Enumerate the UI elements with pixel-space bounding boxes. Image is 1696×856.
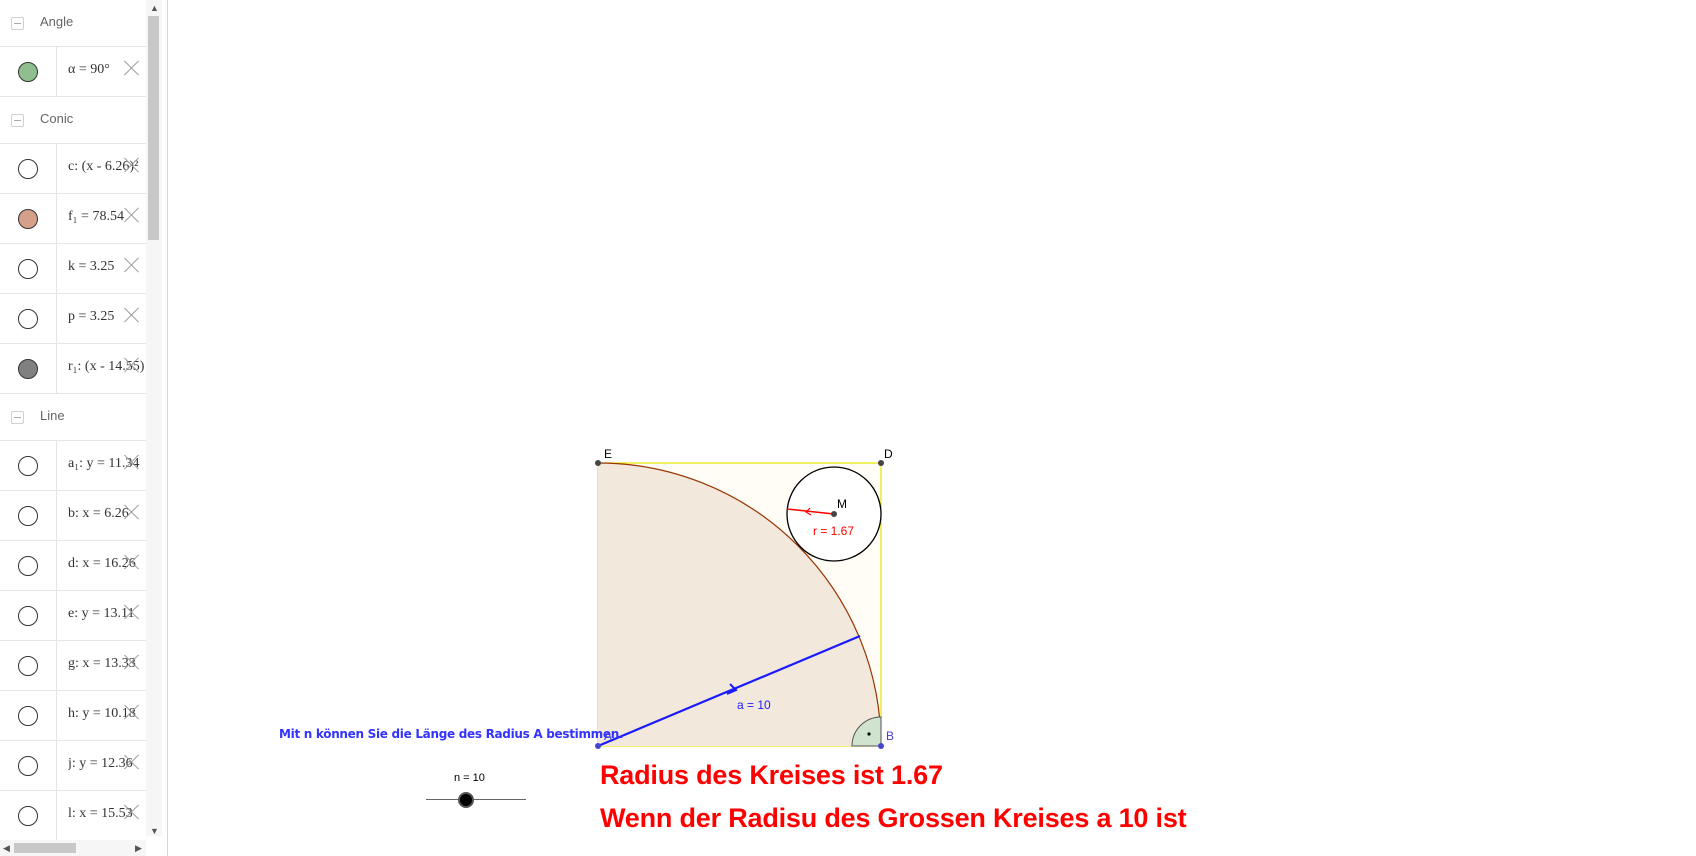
visibility-toggle-icon[interactable] (18, 159, 38, 179)
hint-text: Mit n können Sie die Länge des Radius A … (279, 727, 624, 741)
visibility-toggle-icon[interactable] (18, 259, 38, 279)
visibility-toggle-icon[interactable] (18, 456, 38, 476)
algebra-item[interactable]: k = 3.25 (0, 244, 146, 294)
scroll-down-icon[interactable]: ▼ (150, 826, 159, 836)
visibility-toggle-icon[interactable] (18, 756, 38, 776)
algebra-item[interactable]: j: y = 12.36 (0, 741, 146, 791)
result-text-line-1: Radius des Kreises ist 1.67 (600, 760, 943, 790)
delete-icon[interactable] (124, 554, 140, 570)
row-separator (56, 791, 57, 840)
vertical-scroll-thumb[interactable] (148, 16, 159, 240)
slider-knob[interactable] (458, 792, 474, 808)
category-header[interactable]: Angle (0, 0, 146, 47)
category-header[interactable]: Conic (0, 97, 146, 144)
visibility-toggle-icon[interactable] (18, 506, 38, 526)
row-separator (56, 47, 57, 96)
right-angle-dot (867, 732, 871, 736)
slider-label: n = 10 (454, 772, 485, 784)
visibility-toggle-icon[interactable] (18, 706, 38, 726)
row-separator (56, 344, 57, 393)
visibility-toggle-icon[interactable] (18, 309, 38, 329)
visibility-toggle-icon[interactable] (18, 656, 38, 676)
visibility-toggle-icon[interactable] (18, 209, 38, 229)
point-m[interactable] (831, 511, 837, 517)
delete-icon[interactable] (124, 207, 140, 223)
row-separator (56, 641, 57, 690)
algebra-item[interactable]: p = 3.25 (0, 294, 146, 344)
delete-icon[interactable] (124, 454, 140, 470)
segment-value-label: a = 10 (737, 698, 771, 712)
algebra-item[interactable]: α = 90° (0, 47, 146, 97)
visibility-toggle-icon[interactable] (18, 806, 38, 826)
algebra-item[interactable]: b: x = 6.26 (0, 491, 146, 541)
algebra-item[interactable]: c: (x - 6.26)² (0, 144, 146, 194)
horizontal-scroll-thumb[interactable] (14, 843, 76, 853)
delete-icon[interactable] (124, 654, 140, 670)
visibility-toggle-icon[interactable] (18, 359, 38, 379)
category-label: Line (40, 408, 65, 423)
algebra-item[interactable]: r₁: (x - 14.55) (0, 344, 146, 394)
row-separator (56, 541, 57, 590)
row-separator (56, 741, 57, 790)
visibility-toggle-icon[interactable] (18, 556, 38, 576)
result-text-line-2: Wenn der Radisu des Grossen Kreises a 10… (600, 803, 1187, 833)
collapse-icon[interactable] (11, 17, 24, 30)
row-separator (56, 144, 57, 193)
radius-value-label: r = 1.67 (813, 524, 854, 538)
algebra-item[interactable]: d: x = 16.26 (0, 541, 146, 591)
delete-icon[interactable] (124, 704, 140, 720)
category-label: Angle (40, 14, 74, 29)
algebra-item[interactable]: e: y = 13.11 (0, 591, 146, 641)
algebra-item[interactable]: a₁: y = 11.34 (0, 441, 146, 491)
delete-icon[interactable] (124, 307, 140, 323)
delete-icon[interactable] (124, 604, 140, 620)
algebra-item[interactable]: h: y = 10.18 (0, 691, 146, 741)
delete-icon[interactable] (124, 60, 140, 76)
row-separator (56, 244, 57, 293)
collapse-icon[interactable] (11, 114, 24, 127)
delete-icon[interactable] (124, 504, 140, 520)
delete-icon[interactable] (124, 804, 140, 820)
point-a[interactable] (595, 743, 601, 749)
point-b[interactable] (878, 743, 884, 749)
slider-track[interactable] (426, 799, 526, 800)
category-label: Conic (40, 111, 74, 126)
algebra-item[interactable]: f₁ = 78.54 (0, 194, 146, 244)
label-d: D (884, 447, 893, 461)
algebra-list: Angle α = 90° Conic c: (x - 6.26)² f₁ = 78.5… (0, 0, 146, 841)
algebra-view: Angle α = 90° Conic c: (x - 6.26)² f₁ = 78.5… (0, 0, 162, 856)
algebra-item[interactable]: l: x = 15.53 (0, 791, 146, 841)
row-separator (56, 691, 57, 740)
delete-icon[interactable] (124, 357, 140, 373)
category-header[interactable]: Line (0, 394, 146, 441)
visibility-toggle-icon[interactable] (18, 62, 38, 82)
delete-icon[interactable] (124, 754, 140, 770)
delete-icon[interactable] (124, 157, 140, 173)
label-m: M (837, 497, 847, 511)
row-separator (56, 591, 57, 640)
scroll-up-icon[interactable]: ▲ (150, 3, 159, 13)
label-b: B (886, 729, 894, 743)
visibility-toggle-icon[interactable] (18, 606, 38, 626)
row-separator (56, 194, 57, 243)
collapse-icon[interactable] (11, 411, 24, 424)
delete-icon[interactable] (124, 257, 140, 273)
algebra-item[interactable]: g: x = 13.33 (0, 641, 146, 691)
row-separator (56, 491, 57, 540)
row-separator (56, 294, 57, 343)
point-e[interactable] (595, 460, 601, 466)
scroll-right-icon[interactable]: ▶ (135, 843, 142, 854)
label-e: E (604, 447, 612, 461)
scroll-left-icon[interactable]: ◀ (3, 843, 10, 854)
row-separator (56, 441, 57, 490)
